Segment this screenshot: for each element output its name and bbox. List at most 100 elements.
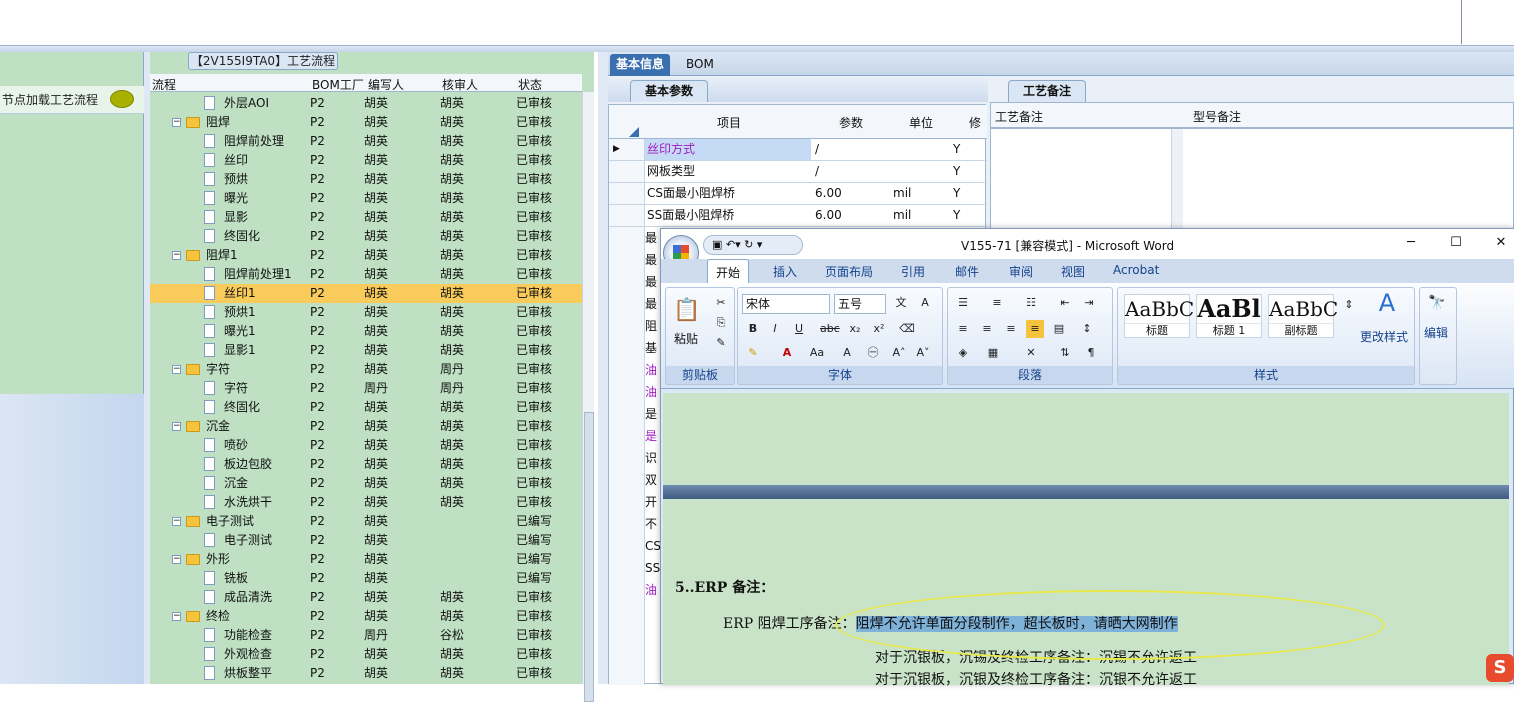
tree-row[interactable]: 电子测试 P2 胡英 已编写 [150,531,582,550]
grid-cell-item-partial[interactable]: 油 [645,579,659,601]
style-heading1[interactable]: AaBl 标题 1 [1196,294,1262,338]
format-painter-icon[interactable]: ✎ [712,334,730,352]
change-case-icon[interactable]: Aa [808,344,826,362]
grid-cell-item-partial[interactable]: 是 [645,403,659,425]
ribbon-tab-insert[interactable]: 插入 [773,263,797,280]
grid-cell-mod[interactable]: Y [953,161,960,182]
tree-row[interactable]: 丝印1 P2 胡英 胡英 已审核 [150,284,582,303]
undo-icon[interactable]: ↶▾ [726,238,741,251]
grow-font-icon[interactable]: A˄ [890,344,908,362]
close-icon[interactable]: ✕ [1491,235,1511,250]
tree-row[interactable]: − 外形 P2 胡英 已编写 [150,550,582,569]
col-header-process[interactable]: 流程 [152,76,176,93]
grid-cell-param[interactable]: 6.00 [813,205,889,226]
grid-cell-param[interactable]: 6.00 [813,183,889,204]
expand-icon[interactable]: − [172,365,181,374]
tree-row[interactable]: 功能检查 P2 周丹 谷松 已审核 [150,626,582,645]
grid-cell-item-partial[interactable]: 油 [645,381,659,403]
center-splitter[interactable] [598,52,608,684]
grid-cell-unit[interactable]: mil [893,183,911,204]
col-header-unit[interactable]: 单位 [909,114,933,131]
align-center-icon[interactable]: ≡ [978,320,996,338]
grid-cell-item[interactable]: CS面最小阻焊桥 [645,183,811,204]
grid-cell-item-partial[interactable]: 不 [645,513,659,535]
tree-row[interactable]: 成品清洗 P2 胡英 胡英 已审核 [150,588,582,607]
increase-indent-icon[interactable]: ⇥ [1080,294,1098,312]
grid-row[interactable]: ▶ 丝印方式 / Y [609,139,987,161]
grid-cell-item-partial[interactable]: 最 [645,249,659,271]
change-styles-label[interactable]: 更改样式 [1360,328,1408,345]
tree-row[interactable]: 阻焊前处理 P2 胡英 胡英 已审核 [150,132,582,151]
col-header-param[interactable]: 参数 [839,114,863,131]
copy-icon[interactable]: ⎘ [712,314,730,332]
grid-cell-item-partial[interactable]: 基 [645,337,659,359]
char-shading-icon[interactable]: A [838,344,856,362]
highlight-icon[interactable]: ✎ [744,344,762,362]
char-border-icon[interactable]: A [916,294,934,312]
tab-bom[interactable]: BOM [680,54,720,76]
grid-cell-item-partial[interactable]: 最 [645,271,659,293]
grid-cell-item-partial[interactable]: 双 [645,469,659,491]
distributed-icon[interactable]: ▤ [1050,320,1068,338]
borders-icon[interactable]: ▦ [984,344,1002,362]
tree-row[interactable]: 铣板 P2 胡英 已编写 [150,569,582,588]
expand-icon[interactable]: − [172,422,181,431]
tree-row[interactable]: 外层AOI P2 胡英 胡英 已审核 [150,94,582,113]
shrink-font-icon[interactable]: A˅ [914,344,932,362]
italic-icon[interactable]: I [766,320,784,338]
tree-row[interactable]: 预烘1 P2 胡英 胡英 已审核 [150,303,582,322]
expand-icon[interactable]: − [172,517,181,526]
superscript-icon[interactable]: x² [870,320,888,338]
strikethrough-icon[interactable]: abc [820,320,840,338]
tree-row[interactable]: 曝光 P2 胡英 胡英 已审核 [150,189,582,208]
multilevel-list-icon[interactable]: ☷ [1022,294,1040,312]
shading-icon[interactable]: ◈ [954,344,972,362]
ime-icon[interactable]: S [1486,654,1514,682]
grid-cell-mod[interactable]: Y [953,139,960,160]
chinese-layout-icon[interactable]: ✕ [1022,344,1040,362]
find-icon[interactable]: 🔭 [1428,294,1446,312]
paste-icon[interactable]: 📋 [672,294,702,328]
ribbon-tab-acrobat[interactable]: Acrobat [1113,263,1159,277]
grid-cell-item-partial[interactable]: CS [645,535,661,557]
styles-scroll-icon[interactable]: ⇕ [1340,296,1358,340]
customize-qat-icon[interactable]: ▾ [757,238,763,251]
tree-row[interactable]: 预烘 P2 胡英 胡英 已审核 [150,170,582,189]
save-icon[interactable]: ▣ [712,238,722,251]
font-size-combo[interactable]: 五号 [834,294,886,314]
ribbon-tab-layout[interactable]: 页面布局 [825,263,873,280]
grid-cell-item-partial[interactable]: 识 [645,447,659,469]
numbering-icon[interactable]: ≡ [988,294,1006,312]
maximize-icon[interactable]: ☐ [1446,235,1466,250]
grid-cell-item[interactable]: 网板类型 [645,161,811,182]
col-header-mod[interactable]: 修 [969,114,981,131]
font-name-combo[interactable]: 宋体 [742,294,830,314]
clear-format-icon[interactable]: ⌫ [898,320,916,338]
grid-cell-item-partial[interactable]: 最 [645,293,659,315]
tree-row[interactable]: 显影 P2 胡英 胡英 已审核 [150,208,582,227]
bullets-icon[interactable]: ☰ [954,294,972,312]
align-right-icon[interactable]: ≡ [1002,320,1020,338]
col-header-model-memo[interactable]: 型号备注 [1193,108,1241,125]
tree-row[interactable]: 烘板整平 P2 胡英 胡英 已审核 [150,664,582,683]
tree-row[interactable]: 喷砂 P2 胡英 胡英 已审核 [150,436,582,455]
underline-icon[interactable]: U [790,320,808,338]
tree-row[interactable]: − 阻焊 P2 胡英 胡英 已审核 [150,113,582,132]
quick-access-toolbar[interactable]: ▣ ↶▾ ↻ ▾ [703,235,803,255]
expand-icon[interactable]: − [172,555,181,564]
tree-row[interactable]: − 终检 P2 胡英 胡英 已审核 [150,607,582,626]
tree-row[interactable]: 阻焊前处理1 P2 胡英 胡英 已审核 [150,265,582,284]
grid-row[interactable]: 网板类型 / Y [609,161,987,183]
tree-row[interactable]: 曝光1 P2 胡英 胡英 已审核 [150,322,582,341]
grid-cell-item-partial[interactable]: 是 [645,425,659,447]
tree-row[interactable]: − 电子测试 P2 胡英 已编写 [150,512,582,531]
grid-cell-item[interactable]: SS面最小阻焊桥 [645,205,811,226]
expand-icon[interactable]: − [172,612,181,621]
tree-row[interactable]: − 字符 P2 胡英 周丹 已审核 [150,360,582,379]
tab-basic-params[interactable]: 基本参数 [630,80,709,102]
grid-cell-item-partial[interactable]: SS [645,557,660,579]
expand-icon[interactable]: − [172,118,181,127]
paste-label[interactable]: 粘贴 [674,330,698,347]
grid-cell-param[interactable]: / [813,161,889,182]
grid-cell-item-partial[interactable]: 开 [645,491,659,513]
